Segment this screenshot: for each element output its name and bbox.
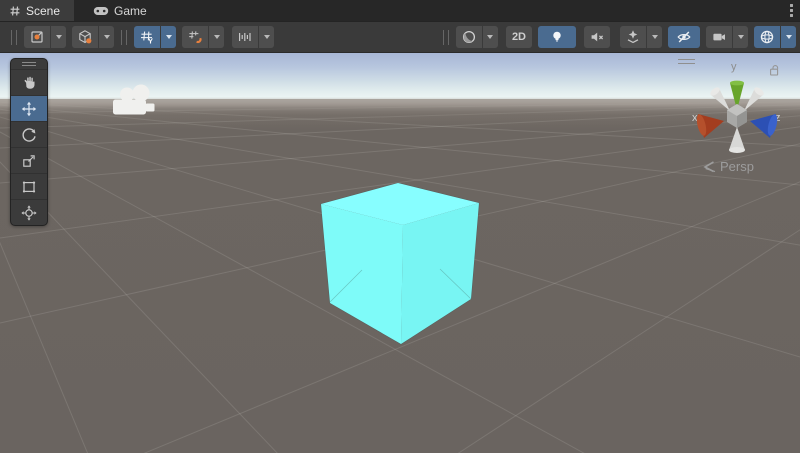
chevron-down-icon bbox=[214, 35, 220, 39]
scale-tool-icon bbox=[21, 153, 37, 169]
scene-camera-button[interactable] bbox=[706, 26, 732, 48]
tab-scene[interactable]: Scene bbox=[0, 0, 74, 21]
move-tool-icon bbox=[21, 101, 37, 117]
grid-snap-magnet-icon bbox=[187, 29, 203, 45]
snap-increment-control bbox=[232, 26, 274, 48]
effects-button[interactable] bbox=[620, 26, 646, 48]
tools-overlay bbox=[10, 58, 48, 226]
shaded-sphere-icon bbox=[461, 29, 477, 45]
effects-sparkle-icon bbox=[625, 29, 641, 45]
chevron-down-icon bbox=[104, 35, 110, 39]
pivot-dropdown-arrow[interactable] bbox=[51, 26, 66, 48]
tab-bar: Scene Game bbox=[0, 0, 800, 22]
increment-ruler-icon bbox=[237, 29, 253, 45]
snap-increment-dropdown-arrow[interactable] bbox=[259, 26, 274, 48]
chevron-down-icon bbox=[738, 35, 744, 39]
snap-control bbox=[182, 26, 224, 48]
tool-scale-button[interactable] bbox=[11, 147, 47, 173]
scene-grid-icon bbox=[9, 5, 21, 17]
scene-lighting-button[interactable] bbox=[538, 26, 576, 48]
orientation-gizmo[interactable] bbox=[695, 74, 779, 158]
scene-viewport[interactable]: y x z bbox=[0, 53, 800, 453]
tab-game[interactable]: Game bbox=[84, 0, 161, 21]
scene-camera-control bbox=[706, 26, 748, 48]
grid-visibility-control: Y bbox=[134, 26, 176, 48]
persp-arrow-icon bbox=[702, 160, 717, 174]
gizmos-control bbox=[754, 26, 796, 48]
svg-text:Y: Y bbox=[148, 37, 153, 45]
scene-camera-dropdown-arrow[interactable] bbox=[733, 26, 748, 48]
handle-orientation-control bbox=[72, 26, 114, 48]
video-camera-icon bbox=[711, 29, 727, 45]
pivot-center-icon bbox=[29, 29, 45, 45]
snap-increment-button[interactable] bbox=[232, 26, 258, 48]
grid-visibility-button[interactable]: Y bbox=[134, 26, 160, 48]
tab-game-label: Game bbox=[114, 4, 147, 18]
gizmos-button[interactable] bbox=[754, 26, 780, 48]
unity-editor-scene-view: Scene Game bbox=[0, 0, 800, 453]
grid-y-axis-icon: Y bbox=[139, 29, 155, 45]
gizmo-drag-handle[interactable] bbox=[678, 59, 695, 64]
gizmo-sphere-icon bbox=[759, 29, 775, 45]
chevron-down-icon bbox=[786, 35, 792, 39]
axis-y-label[interactable]: y bbox=[731, 61, 737, 73]
eye-slash-icon bbox=[676, 29, 692, 45]
grid-dropdown-arrow[interactable] bbox=[161, 26, 176, 48]
chevron-down-icon bbox=[166, 35, 172, 39]
chevron-down-icon bbox=[652, 35, 658, 39]
transform-tool-icon bbox=[21, 205, 37, 221]
pivot-center-button[interactable] bbox=[24, 26, 50, 48]
grid-snap-drag-handle[interactable] bbox=[121, 30, 127, 45]
speaker-muted-icon bbox=[589, 29, 605, 45]
snap-dropdown-arrow[interactable] bbox=[209, 26, 224, 48]
tool-rotate-button[interactable] bbox=[11, 121, 47, 147]
view-options-drag-handle[interactable] bbox=[443, 30, 449, 45]
projection-label: Persp bbox=[720, 159, 754, 174]
tools-drag-handle[interactable] bbox=[11, 59, 47, 69]
gizmos-dropdown-arrow[interactable] bbox=[781, 26, 796, 48]
draw-mode-control bbox=[456, 26, 498, 48]
projection-toggle[interactable]: Persp bbox=[702, 159, 754, 174]
hand-icon bbox=[21, 75, 37, 91]
orientation-global-button[interactable] bbox=[72, 26, 98, 48]
draw-mode-button[interactable] bbox=[456, 26, 482, 48]
tool-move-button[interactable] bbox=[11, 95, 47, 121]
tool-rect-button[interactable] bbox=[11, 173, 47, 199]
scene-toolbar: Y bbox=[0, 22, 800, 53]
audio-mute-button[interactable] bbox=[584, 26, 610, 48]
scene-visibility-button[interactable] bbox=[668, 26, 700, 48]
rotate-tool-icon bbox=[21, 127, 37, 143]
lightbulb-icon bbox=[549, 29, 565, 45]
tab-scene-label: Scene bbox=[26, 4, 60, 18]
cube-object[interactable] bbox=[315, 178, 485, 350]
effects-dropdown-arrow[interactable] bbox=[647, 26, 662, 48]
chevron-down-icon bbox=[264, 35, 270, 39]
tab-options-kebab-icon[interactable] bbox=[790, 0, 793, 21]
2d-mode-button[interactable]: 2D bbox=[506, 26, 532, 48]
orientation-dropdown-arrow[interactable] bbox=[99, 26, 114, 48]
tool-settings-drag-handle[interactable] bbox=[11, 30, 17, 45]
orientation-global-icon bbox=[77, 29, 93, 45]
snap-toggle-button[interactable] bbox=[182, 26, 208, 48]
draw-mode-dropdown-arrow[interactable] bbox=[483, 26, 498, 48]
camera-gizmo-icon[interactable] bbox=[106, 83, 160, 121]
chevron-down-icon bbox=[487, 35, 493, 39]
pivot-mode-control bbox=[24, 26, 66, 48]
rect-tool-icon bbox=[21, 179, 37, 195]
gamepad-icon bbox=[93, 6, 109, 16]
tool-transform-button[interactable] bbox=[11, 199, 47, 225]
chevron-down-icon bbox=[56, 35, 62, 39]
effects-control bbox=[620, 26, 662, 48]
tool-hand-button[interactable] bbox=[11, 69, 47, 95]
